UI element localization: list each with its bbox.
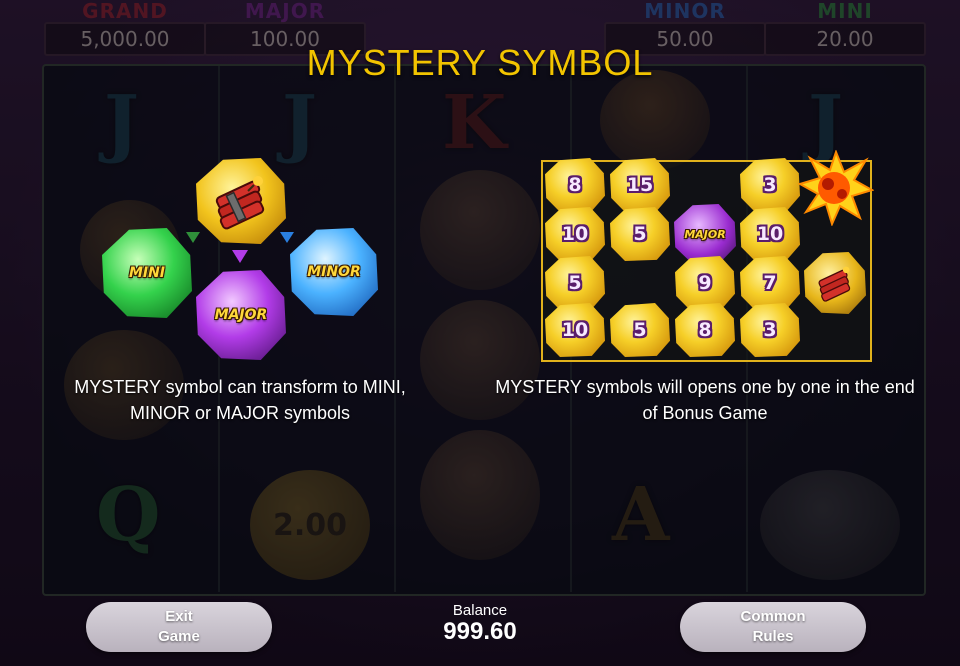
coin-value: 8	[568, 174, 582, 196]
coin-symbol: 3	[740, 303, 800, 357]
coin-value: 5	[633, 319, 647, 341]
coin-symbol: 5	[545, 256, 605, 310]
coin-symbol: 5	[610, 207, 670, 261]
page-title: MYSTERY SYMBOL	[306, 42, 654, 83]
coin-symbol: 7	[740, 256, 800, 310]
coin-value: 9	[698, 272, 712, 294]
coin-value: 5	[633, 223, 647, 245]
dynamite-icon	[215, 176, 265, 230]
arrow-to-major-icon	[232, 250, 248, 263]
mystery-transform-description: MYSTERY symbol can transform to MINI, MI…	[74, 377, 406, 423]
coin-symbol: 8	[545, 158, 605, 212]
common-rules-label: Common Rules	[740, 608, 806, 645]
balance-label: Balance	[452, 602, 508, 619]
mini-gem-label: MINI	[128, 265, 166, 281]
coin-value: 15	[626, 174, 654, 196]
coin-value: 10	[561, 319, 589, 341]
explosion-icon	[798, 150, 874, 226]
coin-symbol: 8	[675, 303, 735, 357]
coin-value: 3	[763, 319, 777, 341]
major-gem-label: MAJOR	[214, 307, 268, 323]
coin-symbol: 9	[675, 256, 735, 310]
coin-symbol: 15	[610, 158, 670, 212]
mystery-reveal-description: MYSTERY symbols will opens one by one in…	[495, 377, 915, 423]
arrow-to-minor-icon	[280, 232, 294, 243]
arrow-to-mini-icon	[186, 232, 200, 243]
coin-value: 7	[763, 272, 777, 294]
coin-value: 5	[568, 272, 582, 294]
major-symbol-label: MAJOR	[684, 227, 726, 241]
coin-value: 8	[698, 319, 712, 341]
coin-value: 3	[763, 174, 777, 196]
coin-symbol: 10	[545, 207, 605, 261]
coin-symbol: 10	[545, 303, 605, 357]
exit-game-button[interactable]: Exit Game	[86, 602, 272, 652]
coin-symbol: 10	[740, 207, 800, 261]
balance-value: 999.60	[443, 618, 517, 645]
minor-gem-label: MINOR	[307, 264, 361, 280]
coin-symbol: 3	[740, 158, 800, 212]
coin-value: 10	[561, 223, 589, 245]
coin-value: 10	[756, 223, 784, 245]
exit-game-label: Exit Game	[158, 608, 200, 645]
common-rules-button[interactable]: Common Rules	[680, 602, 866, 652]
coin-symbol: 5	[610, 303, 670, 357]
dynamite-icon	[818, 266, 851, 302]
